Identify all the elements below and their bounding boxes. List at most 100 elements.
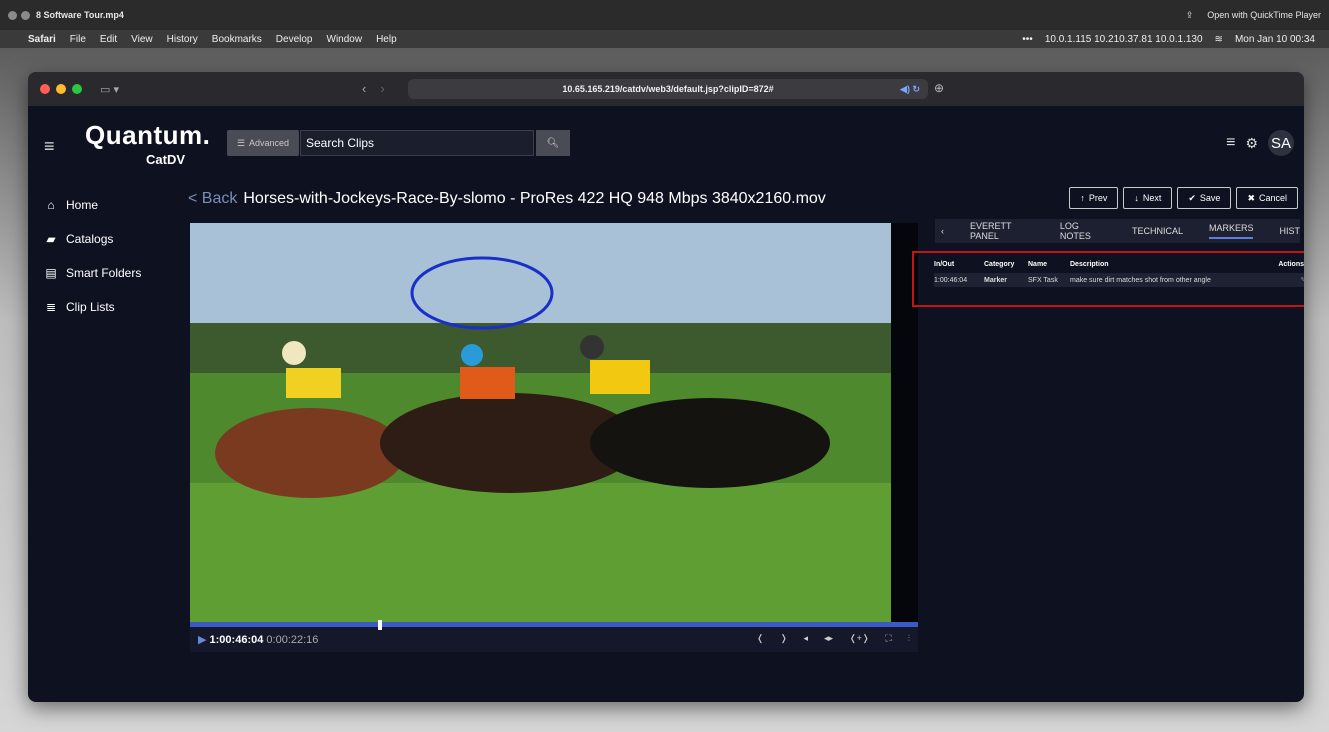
video-player-frame[interactable] bbox=[190, 223, 891, 622]
sidebar-item-label: Home bbox=[66, 198, 99, 212]
search-input[interactable] bbox=[300, 130, 534, 156]
browser-toolbar: ▭ ▾ ‹ › 10.65.165.219/catdv/web3/default.… bbox=[28, 72, 1304, 106]
prev-marker-icon[interactable]: ◂ bbox=[804, 633, 809, 644]
col-name: Name bbox=[1028, 261, 1048, 268]
table-row[interactable]: 1:00:46:04 Marker SFX Task make sure dir… bbox=[934, 273, 1304, 287]
app-header: ≡ Quantum. CatDV ☰Advanced 🔍︎ ≡ ⚙ SA bbox=[28, 106, 1304, 176]
markers-table: In/Out Category Name Description Actions… bbox=[912, 251, 1304, 307]
downloads-icon[interactable]: ⊕ bbox=[934, 81, 944, 95]
catdv-logo: CatDV bbox=[146, 152, 186, 167]
menu-file[interactable]: File bbox=[70, 34, 86, 45]
window-zoom-icon[interactable] bbox=[72, 84, 82, 94]
x-icon: ✖ bbox=[1247, 192, 1255, 203]
list-icon: ≣ bbox=[45, 300, 57, 314]
share-icon[interactable]: ⇪ bbox=[1186, 10, 1194, 21]
menu-edit[interactable]: Edit bbox=[100, 34, 117, 45]
markers-header: In/Out Category Name Description Actions bbox=[934, 261, 1304, 268]
range-icon[interactable]: ❬+❭ bbox=[849, 633, 869, 644]
clip-actions: ↑ Prev ↓ Next ✔ Save ✖ Cancel bbox=[1069, 187, 1298, 209]
sidebar-toggle-icon[interactable]: ▭ ▾ bbox=[100, 83, 119, 96]
menu-bookmarks[interactable]: Bookmarks bbox=[212, 34, 262, 45]
edit-icon[interactable]: ✎ bbox=[1300, 276, 1304, 284]
mark-out-icon[interactable]: ❭ bbox=[780, 633, 788, 644]
minimize-icon[interactable] bbox=[21, 10, 30, 20]
window-close-icon[interactable] bbox=[40, 84, 50, 94]
menu-window[interactable]: Window bbox=[327, 34, 363, 45]
prev-label: Prev bbox=[1088, 193, 1108, 203]
playhead[interactable] bbox=[378, 620, 382, 630]
video-frame-image bbox=[190, 223, 891, 622]
timeline-scrubber[interactable] bbox=[190, 620, 918, 630]
sliders-icon: ☰ bbox=[236, 137, 246, 148]
back-arrow-icon[interactable]: ‹ bbox=[362, 81, 366, 96]
tab-log-notes[interactable]: LOG NOTES bbox=[1060, 221, 1106, 241]
search-button[interactable]: 🔍︎ bbox=[536, 130, 570, 156]
window-minimize-icon[interactable] bbox=[56, 84, 66, 94]
forward-arrow-icon[interactable]: › bbox=[380, 81, 384, 96]
marker-inout: 1:00:46:04 bbox=[934, 276, 968, 284]
save-button[interactable]: ✔ Save bbox=[1177, 187, 1232, 209]
sidebar-item-home[interactable]: ⌂ Home bbox=[44, 188, 141, 222]
back-link[interactable]: < Back bbox=[188, 190, 237, 208]
address-bar[interactable]: 10.65.165.219/catdv/web3/default.jsp?cli… bbox=[408, 79, 928, 99]
tab-everett-panel[interactable]: EVERETT PANEL bbox=[970, 221, 1034, 241]
clip-title: Horses-with-Jockeys-Race-By-slomo - ProR… bbox=[243, 190, 826, 207]
reload-icon[interactable]: ◀) ↻ bbox=[900, 84, 920, 95]
tab-markers[interactable]: MARKERS bbox=[1208, 223, 1254, 239]
catalog-icon: ▰ bbox=[46, 232, 56, 246]
menu-safari[interactable]: Safari bbox=[28, 34, 56, 45]
sidebar-item-clip-lists[interactable]: ≣ Clip Lists bbox=[44, 290, 141, 324]
sidebar-item-label: Smart Folders bbox=[66, 266, 142, 280]
fullscreen-icon[interactable]: ⛶ bbox=[885, 633, 891, 644]
menu-develop[interactable]: Develop bbox=[276, 34, 313, 45]
cancel-button[interactable]: ✖ Cancel bbox=[1236, 187, 1298, 209]
menu-help[interactable]: Help bbox=[376, 34, 397, 45]
home-icon: ⌂ bbox=[47, 198, 55, 212]
next-label: Next bbox=[1142, 193, 1162, 203]
check-icon: ✔ bbox=[1188, 192, 1196, 203]
cancel-label: Cancel bbox=[1258, 193, 1287, 203]
clip-title-row: < Back Horses-with-Jockeys-Race-By-slomo… bbox=[188, 190, 826, 208]
add-marker-icon[interactable]: ◂▸ bbox=[824, 633, 833, 644]
list-menu-icon[interactable]: ≡ bbox=[1226, 134, 1235, 152]
panel-tabs: ‹ EVERETT PANEL LOG NOTES TECHNICAL MARK… bbox=[935, 219, 1300, 243]
mac-menubar: Safari File Edit View History Bookmarks … bbox=[0, 30, 1329, 48]
menu-icon[interactable]: ≡ bbox=[44, 136, 55, 157]
sidebar-item-label: Catalogs bbox=[66, 232, 114, 246]
clock[interactable]: Mon Jan 10 00:34 bbox=[1235, 34, 1315, 45]
smart-folder-icon: ▤ bbox=[45, 266, 57, 280]
mark-in-icon[interactable]: ❬ bbox=[756, 633, 764, 644]
tab-technical[interactable]: TECHNICAL bbox=[1132, 226, 1183, 236]
ip-addresses: 10.0.1.115 10.210.37.81 10.0.1.130 bbox=[1044, 33, 1203, 45]
avatar[interactable]: SA bbox=[1268, 130, 1294, 156]
current-timecode: 1:00:46:04 bbox=[209, 634, 264, 646]
col-inout: In/Out bbox=[934, 261, 955, 268]
prev-button[interactable]: ↑ Prev bbox=[1069, 187, 1119, 209]
play-icon[interactable]: ▶ bbox=[198, 634, 206, 646]
arrow-down-icon: ↓ bbox=[1134, 193, 1139, 203]
col-actions: Actions bbox=[1278, 261, 1304, 268]
quicktime-titlebar: 8 Software Tour.mp4 ⇪ Open with QuickTim… bbox=[0, 0, 1329, 30]
menu-history[interactable]: History bbox=[167, 34, 198, 45]
levels-icon[interactable]: ⫶ bbox=[908, 633, 910, 644]
marker-description: make sure dirt matches shot from other a… bbox=[1070, 276, 1211, 284]
player-controls: ▶ 1:00:46:04 0:00:22:16 ❬ ❭ ◂ ◂▸ ❬+❭ ⛶ ⫶ bbox=[190, 620, 918, 652]
url-text: 10.65.165.219/catdv/web3/default.jsp?cli… bbox=[562, 84, 774, 94]
close-icon[interactable] bbox=[8, 10, 17, 20]
menu-view[interactable]: View bbox=[131, 34, 153, 45]
marker-category: Marker bbox=[984, 276, 1007, 284]
open-with-quicktime-link[interactable]: Open with QuickTime Player bbox=[1207, 10, 1321, 20]
sidebar-item-catalogs[interactable]: ▰ Catalogs bbox=[44, 222, 141, 256]
arrow-up-icon: ↑ bbox=[1080, 193, 1085, 203]
tab-history[interactable]: HIST bbox=[1279, 226, 1300, 236]
next-button[interactable]: ↓ Next bbox=[1123, 187, 1173, 209]
more-icon[interactable]: ••• bbox=[1022, 34, 1033, 45]
advanced-label: Advanced bbox=[249, 138, 290, 148]
col-category: Category bbox=[984, 261, 1015, 268]
wifi-icon[interactable]: ≋ bbox=[1215, 34, 1223, 45]
sidebar-item-smart-folders[interactable]: ▤ Smart Folders bbox=[44, 256, 141, 290]
tab-scroll-left-icon[interactable]: ‹ bbox=[941, 226, 944, 236]
sidebar: ⌂ Home ▰ Catalogs ▤ Smart Folders ≣ Clip Lis… bbox=[44, 188, 141, 324]
advanced-search-button[interactable]: ☰ Advanced bbox=[227, 130, 299, 156]
gear-icon[interactable]: ⚙ bbox=[1245, 135, 1258, 152]
